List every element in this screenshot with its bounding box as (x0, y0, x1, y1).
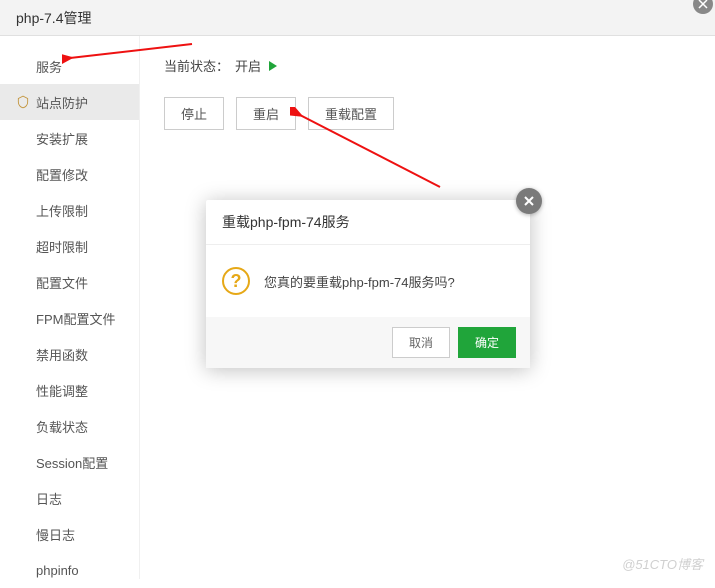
modal-message: 您真的要重载php-fpm-74服务吗? (264, 272, 455, 291)
play-icon (267, 60, 279, 72)
sidebar-item-label: 性能调整 (36, 381, 88, 400)
sidebar-item-label: 日志 (36, 489, 62, 508)
sidebar-item-log[interactable]: 日志 (0, 480, 139, 516)
window-header: php-7.4管理 (0, 0, 715, 36)
sidebar-item-label: 禁用函数 (36, 345, 88, 364)
window-title: php-7.4管理 (16, 8, 91, 28)
sidebar-item-label: 服务 (36, 57, 62, 76)
sidebar: 服务 站点防护 安装扩展 配置修改 上传限制 超时限制 配置文件 FPM配置文件… (0, 36, 140, 579)
confirm-button[interactable]: 确定 (458, 327, 516, 358)
confirm-modal: 重载php-fpm-74服务 ? 您真的要重载php-fpm-74服务吗? 取消… (206, 200, 530, 368)
shield-icon (16, 95, 30, 109)
modal-header: 重载php-fpm-74服务 (206, 200, 530, 245)
sidebar-item-label: phpinfo (36, 563, 79, 578)
sidebar-item-service[interactable]: 服务 (0, 48, 139, 84)
sidebar-item-label: Session配置 (36, 453, 108, 472)
sidebar-item-session-config[interactable]: Session配置 (0, 444, 139, 480)
sidebar-item-phpinfo[interactable]: phpinfo (0, 552, 139, 588)
sidebar-item-label: 超时限制 (36, 237, 88, 256)
modal-footer: 取消 确定 (206, 317, 530, 368)
sidebar-item-config-file[interactable]: 配置文件 (0, 264, 139, 300)
sidebar-item-config-modify[interactable]: 配置修改 (0, 156, 139, 192)
stop-button[interactable]: 停止 (164, 97, 224, 130)
watermark: @51CTO博客 (622, 554, 703, 573)
sidebar-item-label: 站点防护 (36, 93, 88, 112)
modal-body: ? 您真的要重载php-fpm-74服务吗? (206, 245, 530, 317)
sidebar-item-label: 上传限制 (36, 201, 88, 220)
cancel-button[interactable]: 取消 (392, 327, 450, 358)
modal-close-button[interactable] (516, 188, 542, 214)
sidebar-item-label: 配置文件 (36, 273, 88, 292)
sidebar-item-label: 负载状态 (36, 417, 88, 436)
sidebar-item-slow-log[interactable]: 慢日志 (0, 516, 139, 552)
status-row: 当前状态： 开启 (164, 56, 691, 75)
sidebar-item-fpm-config[interactable]: FPM配置文件 (0, 300, 139, 336)
sidebar-item-site-defense[interactable]: 站点防护 (0, 84, 139, 120)
reload-config-button[interactable]: 重载配置 (308, 97, 394, 130)
sidebar-item-label: FPM配置文件 (36, 309, 115, 328)
sidebar-item-install-ext[interactable]: 安装扩展 (0, 120, 139, 156)
sidebar-item-label: 配置修改 (36, 165, 88, 184)
sidebar-item-label: 安装扩展 (36, 129, 88, 148)
status-value: 开启 (235, 56, 261, 75)
sidebar-item-label: 慢日志 (36, 525, 75, 544)
sidebar-item-disable-func[interactable]: 禁用函数 (0, 336, 139, 372)
action-buttons: 停止 重启 重载配置 (164, 97, 691, 130)
close-icon (698, 0, 708, 9)
sidebar-item-perf-tune[interactable]: 性能调整 (0, 372, 139, 408)
sidebar-item-timeout-limit[interactable]: 超时限制 (0, 228, 139, 264)
sidebar-item-upload-limit[interactable]: 上传限制 (0, 192, 139, 228)
window-close-button[interactable] (693, 0, 713, 14)
close-icon (523, 195, 535, 207)
restart-button[interactable]: 重启 (236, 97, 296, 130)
sidebar-item-load-status[interactable]: 负载状态 (0, 408, 139, 444)
question-icon: ? (222, 267, 250, 295)
status-label: 当前状态： (164, 56, 229, 75)
modal-title: 重载php-fpm-74服务 (222, 214, 350, 230)
